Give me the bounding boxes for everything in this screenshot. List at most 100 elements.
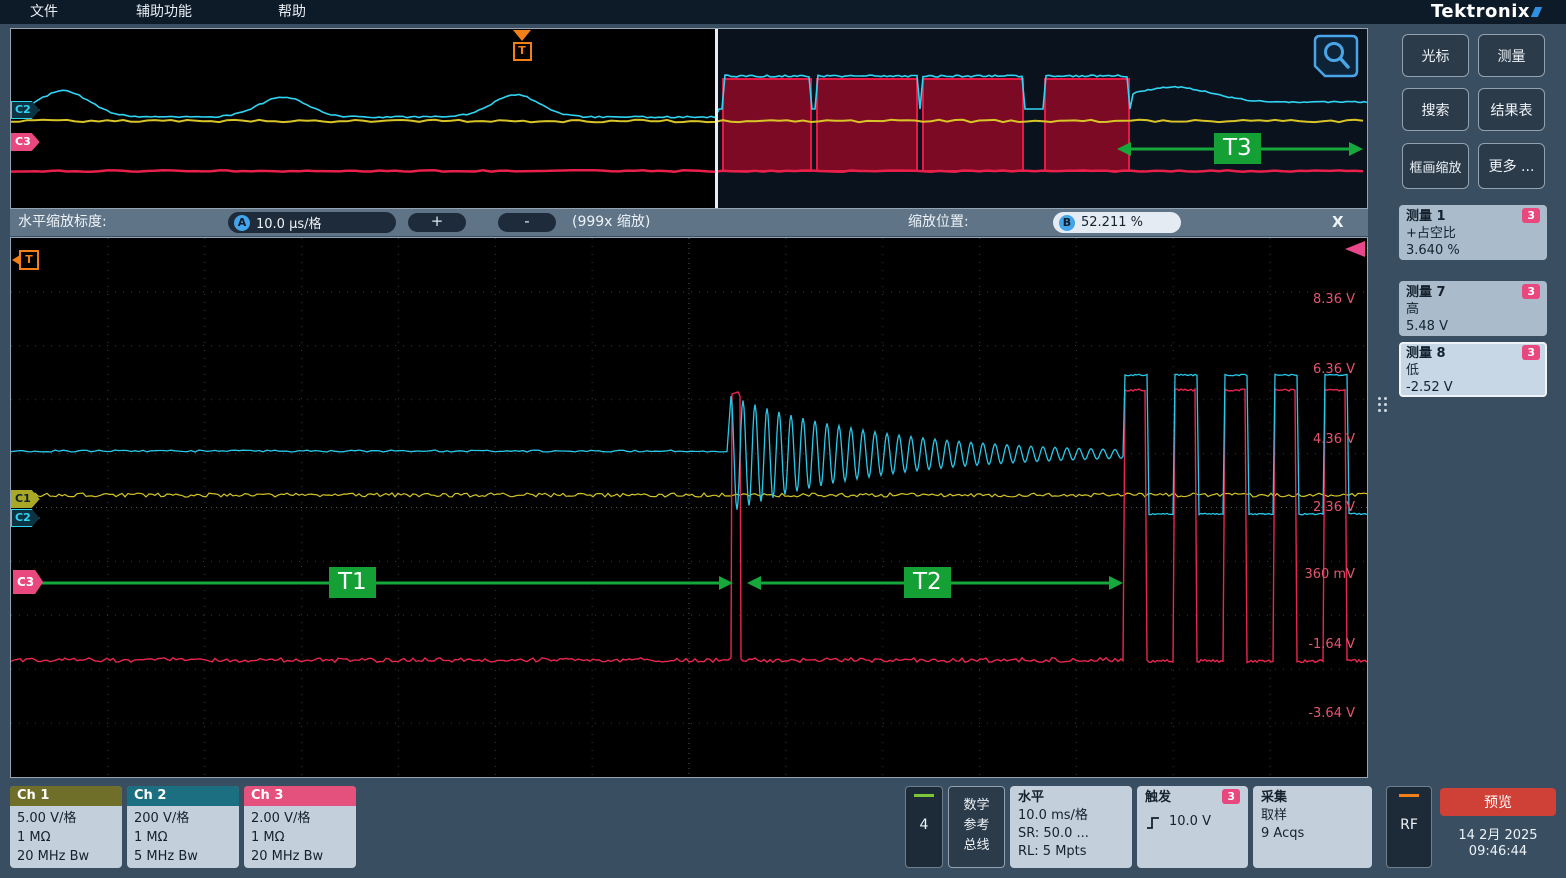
main-waveform-display: T C1 C2 C3 T1 T2 8.36 V 6.36 V 4.36 V 2.… xyxy=(10,237,1368,778)
cursors-button[interactable]: 光标 xyxy=(1402,34,1469,77)
voltage-label: 6.36 V xyxy=(1313,362,1355,377)
ref-label: 参考 xyxy=(949,816,1004,836)
voltage-label: 8.36 V xyxy=(1313,292,1355,307)
results-table-button[interactable]: 结果表 xyxy=(1478,88,1545,131)
zoom-position-text: 52.211 % xyxy=(1081,215,1143,230)
zoom-scale-text: 10.0 µs/格 xyxy=(256,213,322,232)
magnifier-glyph xyxy=(1313,34,1359,78)
measurement-value: 3.640 % xyxy=(1406,242,1540,259)
measure-button[interactable]: 测量 xyxy=(1478,34,1545,77)
horizontal-zoom-toolbar: 水平缩放标度: A 10.0 µs/格 + - (999x 缩放) 缩放位置: … xyxy=(10,209,1368,236)
acquisition-mode: 取样 xyxy=(1261,807,1364,825)
trigger-arrow-icon xyxy=(513,30,531,41)
voltage-label: -3.64 V xyxy=(1308,706,1355,721)
trigger-level: 10.0 V xyxy=(1169,813,1211,831)
time-label: 09:46:44 xyxy=(1440,844,1556,859)
t2-annotation-label: T2 xyxy=(904,567,951,598)
acquisition-panel[interactable]: 采集 取样 9 Acqs xyxy=(1253,786,1372,868)
date-label: 14 2月 2025 xyxy=(1440,824,1556,843)
channel4-badge[interactable]: 4 xyxy=(905,786,943,868)
zoom-position-value[interactable]: B 52.211 % xyxy=(1053,212,1181,233)
more-button[interactable]: 更多 ... xyxy=(1478,143,1545,189)
horizontal-title: 水平 xyxy=(1018,789,1044,807)
trigger-indicator-t[interactable]: T xyxy=(19,250,39,270)
measurement-card[interactable]: 测量 1 3 +占空比 3.640 % xyxy=(1399,205,1547,260)
magnifier-icon[interactable] xyxy=(1313,34,1359,78)
main-waveform-svg xyxy=(11,238,1367,777)
measurement-value: 5.48 V xyxy=(1406,318,1540,335)
search-button[interactable]: 搜索 xyxy=(1402,88,1469,131)
preview-button[interactable]: 预览 xyxy=(1440,788,1556,816)
menu-item-file[interactable]: 文件 xyxy=(30,0,58,24)
acquisition-count: 9 Acqs xyxy=(1261,825,1364,843)
trigger-panel[interactable]: 触发 3 10.0 V xyxy=(1137,786,1248,868)
channel-name: Ch 3 xyxy=(244,786,356,806)
trigger-position-flag[interactable]: T xyxy=(511,30,533,61)
measurement-card[interactable]: 测量 7 3 高 5.48 V xyxy=(1399,281,1547,336)
measurement-value: -2.52 V xyxy=(1406,379,1540,396)
zoom-in-button[interactable]: + xyxy=(408,213,466,232)
t1-annotation-label: T1 xyxy=(329,567,376,598)
channel-badge-ch2[interactable]: Ch 2 200 V/格 1 MΩ 5 MHz Bw xyxy=(127,786,239,868)
zoom-out-button[interactable]: - xyxy=(498,213,556,232)
zoom-box-button[interactable]: 框画缩放 xyxy=(1402,143,1469,189)
trigger-t-icon: T xyxy=(513,42,532,61)
channel-impedance: 1 MΩ xyxy=(17,828,115,847)
measurement-title: 测量 8 xyxy=(1406,345,1446,362)
zoom-factor-label: (999x 缩放) xyxy=(572,209,650,236)
bus-label: 总线 xyxy=(949,836,1004,856)
record-length: RL: 5 Mpts xyxy=(1018,843,1124,861)
ch4-color-dash-icon xyxy=(914,794,934,797)
channel-badge-ch1[interactable]: Ch 1 5.00 V/格 1 MΩ 20 MHz Bw xyxy=(10,786,122,868)
zoom-scale-label: 水平缩放标度: xyxy=(18,209,107,236)
menu-item-help[interactable]: 帮助 xyxy=(278,0,306,24)
zoom-scale-value[interactable]: A 10.0 µs/格 xyxy=(228,212,396,233)
overview-waveform-svg xyxy=(11,29,1367,208)
voltage-label: 4.36 V xyxy=(1313,432,1355,447)
channel-badge-ch3[interactable]: Ch 3 2.00 V/格 1 MΩ 20 MHz Bw xyxy=(244,786,356,868)
measurement-source-badge: 3 xyxy=(1522,345,1540,360)
horizontal-scale: 10.0 ms/格 xyxy=(1018,807,1124,825)
channel-impedance: 1 MΩ xyxy=(134,828,232,847)
menu-bar: 文件 辅助功能 帮助 Tektronix xyxy=(0,0,1566,24)
channel-bandwidth: 5 MHz Bw xyxy=(134,847,232,866)
channel-name: Ch 2 xyxy=(127,786,239,806)
zoom-close-button[interactable]: X xyxy=(1332,209,1344,236)
tektronix-logo: Tektronix xyxy=(1431,0,1540,24)
channel-scale: 2.00 V/格 xyxy=(251,809,349,828)
t3-annotation-label: T3 xyxy=(1214,133,1261,164)
measurement-card[interactable]: 测量 8 3 低 -2.52 V xyxy=(1399,342,1547,397)
trigger-level-arrow[interactable] xyxy=(1345,241,1365,257)
menu-item-utility[interactable]: 辅助功能 xyxy=(136,0,192,24)
math-label: 数学 xyxy=(949,796,1004,816)
trigger-title: 触发 xyxy=(1145,789,1171,807)
panel-drag-handle[interactable] xyxy=(1378,397,1387,412)
channel-name: Ch 1 xyxy=(10,786,122,806)
oscilloscope-app: 文件 辅助功能 帮助 Tektronix T C2 C3 T3 水平缩放标度: … xyxy=(0,0,1566,878)
measurement-name: 低 xyxy=(1406,362,1540,379)
measurement-name: +占空比 xyxy=(1406,225,1540,242)
zoom-position-label: 缩放位置: xyxy=(908,209,969,236)
measurement-name: 高 xyxy=(1406,301,1540,318)
voltage-label: 2.36 V xyxy=(1313,500,1355,515)
rf-badge[interactable]: RF xyxy=(1386,786,1432,868)
voltage-label: -1.64 V xyxy=(1308,637,1355,652)
channel-scale: 5.00 V/格 xyxy=(17,809,115,828)
zoom-overview-panel: T C2 C3 T3 xyxy=(10,28,1368,209)
voltage-label: 360 mV xyxy=(1304,567,1355,582)
channel-impedance: 1 MΩ xyxy=(251,828,349,847)
sample-rate: SR: 50.0 ... xyxy=(1018,825,1124,843)
measurement-source-badge: 3 xyxy=(1522,208,1540,223)
rising-edge-icon xyxy=(1145,815,1161,830)
b-knob-icon: B xyxy=(1059,215,1075,231)
channel-scale: 200 V/格 xyxy=(134,809,232,828)
ch4-label: 4 xyxy=(906,817,942,833)
acquisition-title: 采集 xyxy=(1261,789,1287,807)
a-knob-icon: A xyxy=(234,215,250,231)
math-ref-bus-button[interactable]: 数学 参考 总线 xyxy=(948,786,1005,868)
channel-bandwidth: 20 MHz Bw xyxy=(17,847,115,866)
horizontal-panel[interactable]: 水平 10.0 ms/格 SR: 50.0 ... RL: 5 Mpts xyxy=(1010,786,1132,868)
measurement-title: 测量 1 xyxy=(1406,208,1446,225)
measurement-title: 测量 7 xyxy=(1406,284,1446,301)
rf-label: RF xyxy=(1387,817,1431,833)
